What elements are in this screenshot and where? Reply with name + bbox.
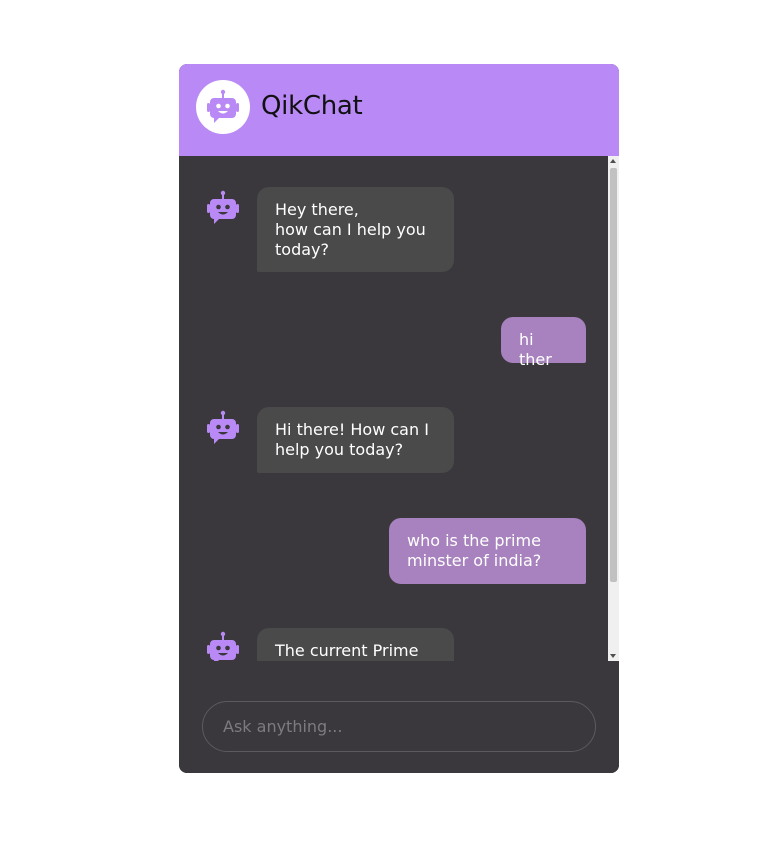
robot-icon (207, 190, 239, 224)
scrollbar-thumb[interactable] (610, 168, 617, 582)
bot-message-bubble: Hey there, how can I help you today? (257, 187, 454, 272)
ask-input[interactable] (202, 701, 596, 752)
scroll-up-arrow-icon[interactable] (610, 159, 616, 163)
message-scrollbar[interactable] (608, 156, 619, 661)
chat-window: QikChat Hey there, how can I help you to… (179, 64, 619, 773)
robot-icon (207, 89, 239, 123)
user-message-bubble: who is the prime minster of india? (389, 518, 586, 584)
bot-message-bubble: The current Prime (257, 628, 454, 661)
robot-icon (207, 631, 239, 661)
user-message-bubble: hi ther (501, 317, 586, 369)
robot-icon (207, 410, 239, 444)
input-area (179, 661, 619, 773)
app-title: QikChat (261, 91, 363, 121)
bot-message-bubble: Hi there! How can I help you today? (257, 407, 454, 473)
scroll-down-arrow-icon[interactable] (610, 654, 616, 658)
header-avatar (196, 80, 250, 134)
message-list[interactable]: Hey there, how can I help you today? hi … (179, 156, 608, 661)
chat-header: QikChat (179, 64, 619, 156)
